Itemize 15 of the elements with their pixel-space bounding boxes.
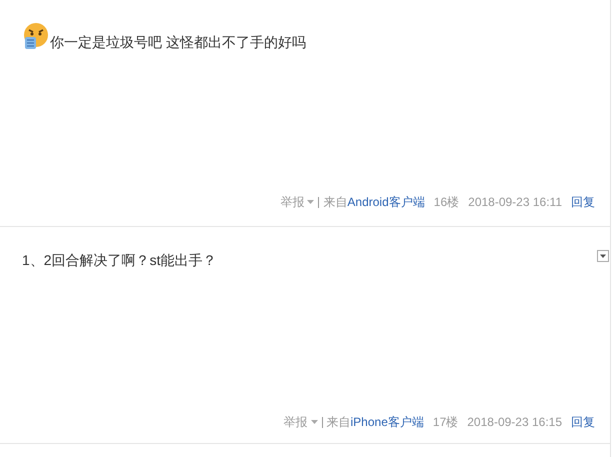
- caret-icon: [310, 420, 318, 424]
- source-label: 来自: [326, 414, 351, 431]
- post-time: 2018-09-23 16:15: [467, 414, 562, 431]
- reply-link[interactable]: 回复: [571, 193, 595, 211]
- post-time: 2018-09-23 16:11: [468, 194, 562, 211]
- source-label: 来自: [323, 194, 348, 211]
- caret-icon: [307, 200, 314, 204]
- dropdown-icon[interactable]: [597, 250, 609, 262]
- floor-number: 16楼: [434, 194, 460, 211]
- floor-number: 17楼: [432, 414, 458, 431]
- client-link[interactable]: Android客户端: [347, 193, 425, 211]
- post-text: 你一定是垃圾号吧 这怪都出不了手的好吗: [50, 33, 306, 51]
- post-text: 1、2回合解决了啊？st能出手？: [22, 251, 216, 269]
- reply-link[interactable]: 回复: [571, 413, 595, 431]
- client-link[interactable]: iPhone客户端: [350, 413, 424, 431]
